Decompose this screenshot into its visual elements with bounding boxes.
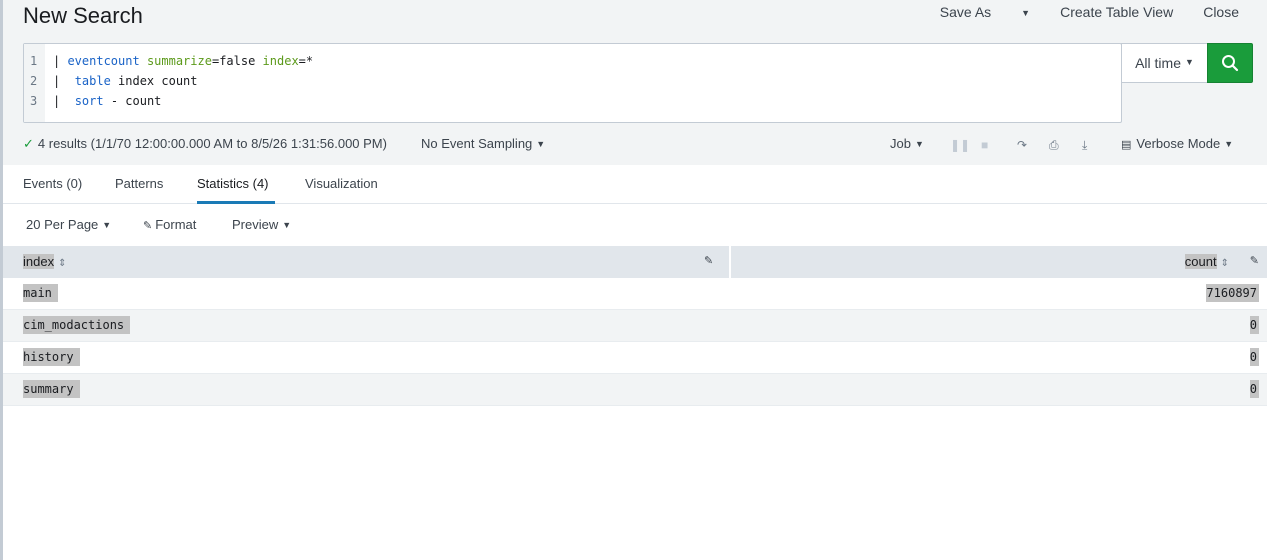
check-icon: ✓ [23, 136, 34, 151]
close-button[interactable]: Close [1203, 4, 1239, 20]
event-sampling-dropdown[interactable]: No Event Sampling ▼ [421, 136, 545, 151]
sort-icon[interactable]: ⇕ [1221, 258, 1229, 269]
stop-icon[interactable]: ■ [981, 138, 988, 152]
caret-down-icon: ▼ [282, 220, 292, 230]
index-cell[interactable]: cim_modactions [23, 316, 131, 334]
event-sampling-label: No Event Sampling [421, 136, 533, 151]
tab-events[interactable]: Events (0) [23, 176, 82, 191]
job-status: ✓ 4 results (1/1/70 12:00:00.000 AM to 8/… [23, 136, 387, 152]
results-summary: 4 results (1/1/70 12:00:00.000 AM to 8/5… [37, 136, 387, 151]
search-input[interactable]: 1 2 3 | eventcount summarize=false index… [23, 43, 1122, 123]
header-actions: Save As ▼ Create Table View Close [880, 4, 1239, 20]
query-line-3: | sort - count [53, 94, 161, 108]
command-args: index count [110, 74, 198, 88]
save-as-label: Save As [939, 4, 992, 20]
pencil-icon: ✎ [143, 220, 153, 232]
line-number: 3 [30, 94, 38, 108]
caret-down-icon: ▼ [914, 139, 924, 149]
create-table-view-button[interactable]: Create Table View [1060, 4, 1173, 20]
count-cell[interactable]: 7160897 [1206, 284, 1259, 302]
search-mode-dropdown[interactable]: ▤ Verbose Mode ▼ [1121, 136, 1233, 151]
table-row: history 0 [3, 342, 1267, 374]
table-row: cim_modactions 0 [3, 310, 1267, 342]
count-cell[interactable]: 0 [1249, 348, 1259, 366]
command-args: - count [103, 94, 162, 108]
command-keyword: sort [74, 94, 104, 108]
table-row: main 7160897 [3, 278, 1267, 310]
save-as-button[interactable]: Save As ▼ [910, 4, 1030, 20]
table-header: index ⇕ ✎ count ⇕ ✎ [3, 246, 1267, 278]
column-format-icon[interactable]: ✎ [1250, 254, 1259, 267]
pause-icon[interactable]: ❚❚ [950, 138, 970, 152]
argument-value: =* [298, 54, 314, 68]
search-mode-label: Verbose Mode [1136, 136, 1221, 151]
caret-down-icon: ▼ [102, 220, 112, 230]
index-cell[interactable]: history [23, 348, 80, 366]
job-menu-button[interactable]: Job ▼ [890, 136, 924, 151]
command-keyword: eventcount [67, 54, 140, 68]
preview-label: Preview [232, 217, 279, 232]
column-divider [729, 246, 731, 278]
preview-dropdown[interactable]: Preview ▼ [232, 217, 291, 232]
sort-icon[interactable]: ⇕ [58, 258, 66, 269]
query-line-1: | eventcount summarize=false index=* [53, 54, 313, 68]
results-tabs: Events (0) Patterns Statistics (4) Visua… [3, 165, 1267, 204]
caret-down-icon: ▼ [536, 139, 546, 149]
argument-value: =false [211, 54, 263, 68]
tab-patterns[interactable]: Patterns [115, 176, 163, 191]
column-header-index[interactable]: index ⇕ [23, 254, 66, 269]
column-label: index [23, 254, 55, 269]
pipe: | [53, 54, 68, 68]
index-cell[interactable]: main [23, 284, 58, 302]
per-page-label: 20 Per Page [26, 217, 99, 232]
tab-visualization[interactable]: Visualization [305, 176, 378, 191]
print-icon[interactable]: ⎙ [1049, 138, 1059, 153]
search-button[interactable] [1207, 43, 1253, 83]
format-button[interactable]: ✎ Format [143, 217, 196, 232]
argument-name: summarize [146, 54, 212, 68]
time-range-picker[interactable]: All time ▼ [1121, 43, 1208, 83]
column-format-icon[interactable]: ✎ [704, 254, 713, 267]
share-icon[interactable]: ↷ [1017, 138, 1027, 152]
count-cell[interactable]: 0 [1249, 380, 1259, 398]
job-label: Job [890, 136, 911, 151]
caret-down-icon: ▼ [1184, 57, 1194, 67]
caret-down-icon: ▼ [1224, 139, 1234, 149]
export-icon[interactable]: ⤓ [1082, 138, 1087, 153]
time-range-label: All time [1135, 55, 1181, 71]
pipe: | [53, 74, 75, 88]
argument-name: index [262, 54, 299, 68]
tab-statistics[interactable]: Statistics (4) [197, 176, 269, 191]
query-line-2: | table index count [53, 74, 198, 88]
table-row: summary 0 [3, 374, 1267, 406]
active-tab-indicator [197, 201, 275, 204]
line-number: 1 [30, 54, 38, 68]
caret-down-icon: ▼ [1021, 8, 1031, 18]
page-title: New Search [23, 3, 143, 28]
pipe: | [53, 94, 75, 108]
search-mode-icon: ▤ [1121, 139, 1132, 151]
per-page-dropdown[interactable]: 20 Per Page ▼ [26, 217, 111, 232]
count-cell[interactable]: 0 [1249, 316, 1259, 334]
column-label: count [1184, 254, 1217, 269]
index-cell[interactable]: summary [23, 380, 80, 398]
search-icon [1222, 55, 1239, 72]
column-header-count[interactable]: count ⇕ [1184, 254, 1229, 269]
line-number: 2 [30, 74, 38, 88]
command-keyword: table [74, 74, 111, 88]
format-label: Format [155, 217, 197, 232]
